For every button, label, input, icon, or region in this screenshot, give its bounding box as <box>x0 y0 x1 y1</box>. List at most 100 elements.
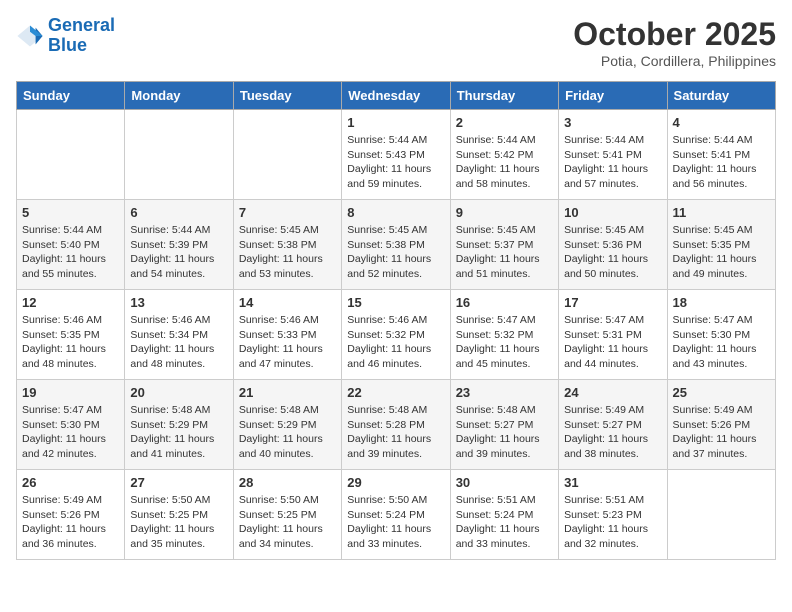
day-number: 8 <box>347 205 444 220</box>
day-info: Sunrise: 5:44 AM Sunset: 5:39 PM Dayligh… <box>130 223 227 282</box>
day-info: Sunrise: 5:47 AM Sunset: 5:30 PM Dayligh… <box>22 403 119 462</box>
day-number: 7 <box>239 205 336 220</box>
day-info: Sunrise: 5:45 AM Sunset: 5:36 PM Dayligh… <box>564 223 661 282</box>
day-cell: 18 Sunrise: 5:47 AM Sunset: 5:30 PM Dayli… <box>667 290 775 380</box>
day-info: Sunrise: 5:49 AM Sunset: 5:26 PM Dayligh… <box>673 403 770 462</box>
day-cell: 11Sunrise: 5:45 AM Sunset: 5:35 PM Dayli… <box>667 200 775 290</box>
day-info: Sunrise: 5:50 AM Sunset: 5:24 PM Dayligh… <box>347 493 444 552</box>
day-number: 31 <box>564 475 661 490</box>
day-cell: 7Sunrise: 5:45 AM Sunset: 5:38 PM Daylig… <box>233 200 341 290</box>
day-cell: 29 Sunrise: 5:50 AM Sunset: 5:24 PM Dayli… <box>342 470 450 560</box>
day-number: 23 <box>456 385 553 400</box>
day-info: Sunrise: 5:48 AM Sunset: 5:27 PM Dayligh… <box>456 403 553 462</box>
day-info: Sunrise: 5:51 AM Sunset: 5:24 PM Dayligh… <box>456 493 553 552</box>
day-info: Sunrise: 5:51 AM Sunset: 5:23 PM Dayligh… <box>564 493 661 552</box>
day-cell: 22 Sunrise: 5:48 AM Sunset: 5:28 PM Dayli… <box>342 380 450 470</box>
day-number: 6 <box>130 205 227 220</box>
day-number: 10 <box>564 205 661 220</box>
day-cell: 28 Sunrise: 5:50 AM Sunset: 5:25 PM Dayli… <box>233 470 341 560</box>
day-cell: 10 Sunrise: 5:45 AM Sunset: 5:36 PM Dayli… <box>559 200 667 290</box>
day-info: Sunrise: 5:47 AM Sunset: 5:31 PM Dayligh… <box>564 313 661 372</box>
day-cell: 20 Sunrise: 5:48 AM Sunset: 5:29 PM Dayli… <box>125 380 233 470</box>
day-number: 24 <box>564 385 661 400</box>
day-info: Sunrise: 5:48 AM Sunset: 5:29 PM Dayligh… <box>130 403 227 462</box>
day-cell <box>667 470 775 560</box>
day-number: 9 <box>456 205 553 220</box>
day-cell: 8Sunrise: 5:45 AM Sunset: 5:38 PM Daylig… <box>342 200 450 290</box>
day-info: Sunrise: 5:46 AM Sunset: 5:34 PM Dayligh… <box>130 313 227 372</box>
day-number: 26 <box>22 475 119 490</box>
day-number: 15 <box>347 295 444 310</box>
weekday-header-row: SundayMondayTuesdayWednesdayThursdayFrid… <box>17 82 776 110</box>
day-info: Sunrise: 5:50 AM Sunset: 5:25 PM Dayligh… <box>239 493 336 552</box>
day-info: Sunrise: 5:46 AM Sunset: 5:32 PM Dayligh… <box>347 313 444 372</box>
day-info: Sunrise: 5:44 AM Sunset: 5:40 PM Dayligh… <box>22 223 119 282</box>
day-cell <box>125 110 233 200</box>
day-cell: 9 Sunrise: 5:45 AM Sunset: 5:37 PM Daylig… <box>450 200 558 290</box>
day-cell: 19Sunrise: 5:47 AM Sunset: 5:30 PM Dayli… <box>17 380 125 470</box>
day-cell: 17 Sunrise: 5:47 AM Sunset: 5:31 PM Dayli… <box>559 290 667 380</box>
day-cell: 13 Sunrise: 5:46 AM Sunset: 5:34 PM Dayli… <box>125 290 233 380</box>
day-cell: 16Sunrise: 5:47 AM Sunset: 5:32 PM Dayli… <box>450 290 558 380</box>
day-number: 17 <box>564 295 661 310</box>
week-row-5: 26 Sunrise: 5:49 AM Sunset: 5:26 PM Dayli… <box>17 470 776 560</box>
week-row-4: 19Sunrise: 5:47 AM Sunset: 5:30 PM Dayli… <box>17 380 776 470</box>
day-cell <box>17 110 125 200</box>
day-info: Sunrise: 5:48 AM Sunset: 5:29 PM Dayligh… <box>239 403 336 462</box>
day-number: 3 <box>564 115 661 130</box>
logo-text: General Blue <box>48 16 115 56</box>
day-number: 1 <box>347 115 444 130</box>
day-number: 22 <box>347 385 444 400</box>
day-info: Sunrise: 5:45 AM Sunset: 5:35 PM Dayligh… <box>673 223 770 282</box>
day-cell: 3Sunrise: 5:44 AM Sunset: 5:41 PM Daylig… <box>559 110 667 200</box>
day-info: Sunrise: 5:44 AM Sunset: 5:43 PM Dayligh… <box>347 133 444 192</box>
day-cell: 15 Sunrise: 5:46 AM Sunset: 5:32 PM Dayli… <box>342 290 450 380</box>
day-number: 18 <box>673 295 770 310</box>
day-cell: 5 Sunrise: 5:44 AM Sunset: 5:40 PM Daylig… <box>17 200 125 290</box>
day-cell: 4Sunrise: 5:44 AM Sunset: 5:41 PM Daylig… <box>667 110 775 200</box>
day-number: 21 <box>239 385 336 400</box>
weekday-header-friday: Friday <box>559 82 667 110</box>
day-number: 29 <box>347 475 444 490</box>
day-number: 25 <box>673 385 770 400</box>
day-number: 5 <box>22 205 119 220</box>
weekday-header-saturday: Saturday <box>667 82 775 110</box>
calendar-table: SundayMondayTuesdayWednesdayThursdayFrid… <box>16 81 776 560</box>
day-info: Sunrise: 5:46 AM Sunset: 5:33 PM Dayligh… <box>239 313 336 372</box>
day-number: 20 <box>130 385 227 400</box>
weekday-header-tuesday: Tuesday <box>233 82 341 110</box>
week-row-1: 1 Sunrise: 5:44 AM Sunset: 5:43 PM Daylig… <box>17 110 776 200</box>
day-number: 27 <box>130 475 227 490</box>
day-cell: 21 Sunrise: 5:48 AM Sunset: 5:29 PM Dayli… <box>233 380 341 470</box>
day-cell: 30 Sunrise: 5:51 AM Sunset: 5:24 PM Dayli… <box>450 470 558 560</box>
day-number: 13 <box>130 295 227 310</box>
weekday-header-monday: Monday <box>125 82 233 110</box>
day-info: Sunrise: 5:48 AM Sunset: 5:28 PM Dayligh… <box>347 403 444 462</box>
header: General Blue October 2025 Potia, Cordill… <box>16 16 776 69</box>
day-info: Sunrise: 5:46 AM Sunset: 5:35 PM Dayligh… <box>22 313 119 372</box>
weekday-header-thursday: Thursday <box>450 82 558 110</box>
logo-line1: General <box>48 15 115 35</box>
day-info: Sunrise: 5:44 AM Sunset: 5:42 PM Dayligh… <box>456 133 553 192</box>
day-cell: 2Sunrise: 5:44 AM Sunset: 5:42 PM Daylig… <box>450 110 558 200</box>
day-info: Sunrise: 5:45 AM Sunset: 5:37 PM Dayligh… <box>456 223 553 282</box>
day-info: Sunrise: 5:49 AM Sunset: 5:26 PM Dayligh… <box>22 493 119 552</box>
logo-icon <box>16 22 44 50</box>
day-info: Sunrise: 5:47 AM Sunset: 5:30 PM Dayligh… <box>673 313 770 372</box>
day-cell: 27 Sunrise: 5:50 AM Sunset: 5:25 PM Dayli… <box>125 470 233 560</box>
day-number: 28 <box>239 475 336 490</box>
logo: General Blue <box>16 16 115 56</box>
day-cell: 26 Sunrise: 5:49 AM Sunset: 5:26 PM Dayli… <box>17 470 125 560</box>
weekday-header-sunday: Sunday <box>17 82 125 110</box>
day-info: Sunrise: 5:50 AM Sunset: 5:25 PM Dayligh… <box>130 493 227 552</box>
day-cell: 31 Sunrise: 5:51 AM Sunset: 5:23 PM Dayli… <box>559 470 667 560</box>
day-cell: 1 Sunrise: 5:44 AM Sunset: 5:43 PM Daylig… <box>342 110 450 200</box>
day-number: 4 <box>673 115 770 130</box>
location-title: Potia, Cordillera, Philippines <box>573 53 776 69</box>
day-cell: 6 Sunrise: 5:44 AM Sunset: 5:39 PM Daylig… <box>125 200 233 290</box>
day-cell: 25 Sunrise: 5:49 AM Sunset: 5:26 PM Dayli… <box>667 380 775 470</box>
title-block: October 2025 Potia, Cordillera, Philippi… <box>573 16 776 69</box>
day-number: 30 <box>456 475 553 490</box>
day-number: 16 <box>456 295 553 310</box>
month-title: October 2025 <box>573 16 776 53</box>
